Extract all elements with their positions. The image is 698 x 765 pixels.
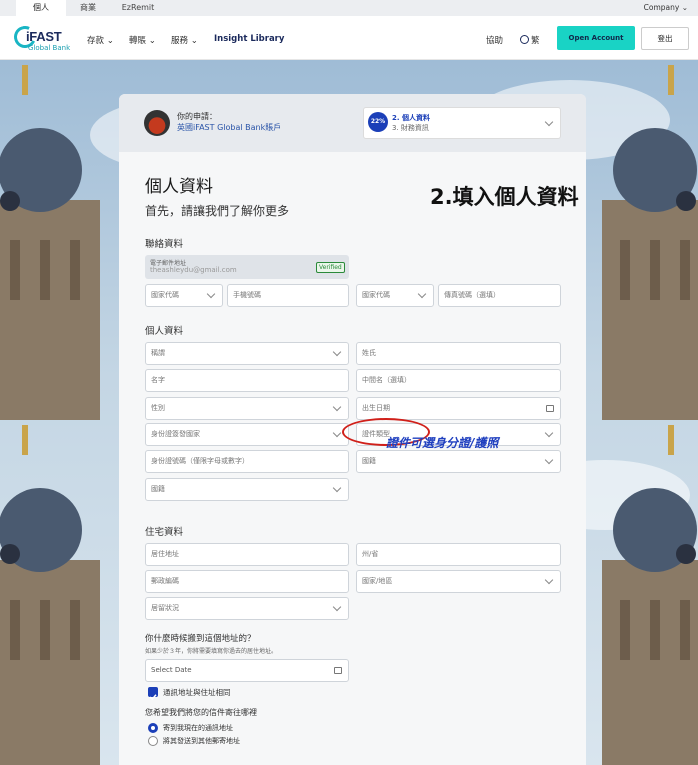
chevron-down-icon: [332, 483, 342, 493]
tab-ezremit[interactable]: EzRemit: [112, 0, 164, 16]
chevron-down-icon: [206, 289, 216, 299]
residential-status-select[interactable]: 居留狀況: [145, 597, 349, 620]
tab-personal[interactable]: 個人: [16, 0, 66, 16]
chevron-down-icon: [332, 347, 342, 357]
calendar-icon: [334, 667, 342, 674]
given-name-input[interactable]: 名字: [145, 369, 349, 392]
company-menu[interactable]: Company ⌄: [644, 0, 688, 16]
nationality-select-2[interactable]: 國籍: [145, 478, 349, 501]
mail-option-1-label: 寄到我現在的通訊地址: [163, 724, 233, 732]
nav-help[interactable]: 協助: [486, 34, 503, 46]
open-account-button[interactable]: Open Account: [557, 26, 635, 50]
chevron-down-icon: [332, 602, 342, 612]
id-number-input[interactable]: 身份證號碼（僅限字母或數字）: [145, 450, 349, 473]
top-tab-bar: 個人 商業 EzRemit Company ⌄: [0, 0, 698, 16]
address-input[interactable]: 居住地址: [145, 543, 349, 566]
chevron-down-icon: [417, 289, 427, 299]
mobile-input[interactable]: 手機號碼: [227, 284, 349, 307]
nav-services[interactable]: 服務 ⌄: [171, 34, 198, 46]
email-value: theashleydu@gmail.com: [150, 266, 237, 274]
language-switch[interactable]: 繁: [520, 34, 540, 46]
mail-option-2-label: 將其發送到其他郵寄地址: [163, 737, 240, 745]
page-title: 個人資料: [145, 177, 213, 197]
gender-select[interactable]: 性別: [145, 397, 349, 420]
fax-input[interactable]: 傳真號碼（選填）: [438, 284, 561, 307]
step-current: 2. 個人資料: [392, 114, 430, 122]
chevron-down-icon: ⌄: [681, 3, 688, 12]
logo-text: iFAST: [26, 29, 62, 44]
chevron-down-icon: [544, 575, 554, 585]
country-code-select-1[interactable]: 國家代碼: [145, 284, 223, 307]
product-avatar-icon: [144, 110, 170, 136]
application-label: 你的申請：: [177, 112, 217, 121]
calendar-icon: [546, 405, 554, 412]
move-date-input[interactable]: Select Date: [145, 659, 349, 682]
nav-insight-library[interactable]: Insight Library: [214, 34, 284, 44]
contact-section-title: 聯絡資料: [145, 239, 184, 250]
dob-input[interactable]: 出生日期: [356, 397, 561, 420]
logo-subtext: Global Bank: [28, 44, 71, 52]
postcode-input[interactable]: 郵政編碼: [145, 570, 349, 593]
chevron-down-icon: [544, 428, 554, 438]
nationality-select[interactable]: 國籍: [356, 450, 561, 473]
country-region-select[interactable]: 國家/地區: [356, 570, 561, 593]
page-subtitle: 首先，請讓我們了解你更多: [145, 204, 290, 218]
country-code-select-2[interactable]: 國家代碼: [356, 284, 434, 307]
residence-section-title: 住宅資料: [145, 527, 184, 538]
middle-name-input[interactable]: 中間名（選填）: [356, 369, 561, 392]
mail-option-2-radio[interactable]: [148, 736, 158, 746]
nav-transfer[interactable]: 轉賬 ⌄: [129, 34, 156, 46]
state-input[interactable]: 州/省: [356, 543, 561, 566]
tab-business[interactable]: 商業: [66, 0, 110, 16]
id-country-select[interactable]: 身份證簽發國家: [145, 423, 349, 446]
mail-question: 您希望我們將您的信件寄往哪裡: [145, 708, 257, 717]
surname-input[interactable]: 姓氏: [356, 342, 561, 365]
chevron-down-icon: [332, 402, 342, 412]
annotation-id-type: 證件可選身分證/護照: [386, 436, 499, 450]
application-product: 英國iFAST Global Bank賬戶: [177, 123, 282, 132]
ifast-logo[interactable]: iFAST Global Bank: [10, 22, 76, 54]
verified-badge: Verified: [316, 262, 345, 273]
annotation-step: 2.填入個人資料: [430, 185, 579, 209]
globe-icon: [520, 35, 529, 44]
chevron-down-icon: [544, 117, 554, 127]
check-icon: [149, 694, 157, 701]
chevron-down-icon: [544, 455, 554, 465]
salutation-select[interactable]: 稱謂: [145, 342, 349, 365]
move-question: 你什麼時候搬到這個地址的？: [145, 634, 256, 644]
mail-option-1-radio[interactable]: [148, 723, 158, 733]
company-label: Company: [643, 3, 680, 12]
progress-badge: 22%: [368, 112, 388, 132]
same-address-checkbox[interactable]: [148, 687, 158, 701]
personal-section-title: 個人資料: [145, 326, 184, 337]
chevron-down-icon: [332, 428, 342, 438]
logout-button[interactable]: 登出: [641, 27, 689, 50]
main-nav: iFAST Global Bank 存款 ⌄ 轉賬 ⌄ 服務 ⌄ Insight…: [0, 16, 698, 60]
step-next: 3. 財務資訊: [392, 124, 429, 132]
move-hint: 如果少於３年，你將需要填寫你過去的居住地址。: [145, 648, 278, 655]
same-address-label: 通訊地址與住址相同: [163, 688, 231, 697]
nav-deposit[interactable]: 存款 ⌄: [87, 34, 114, 46]
